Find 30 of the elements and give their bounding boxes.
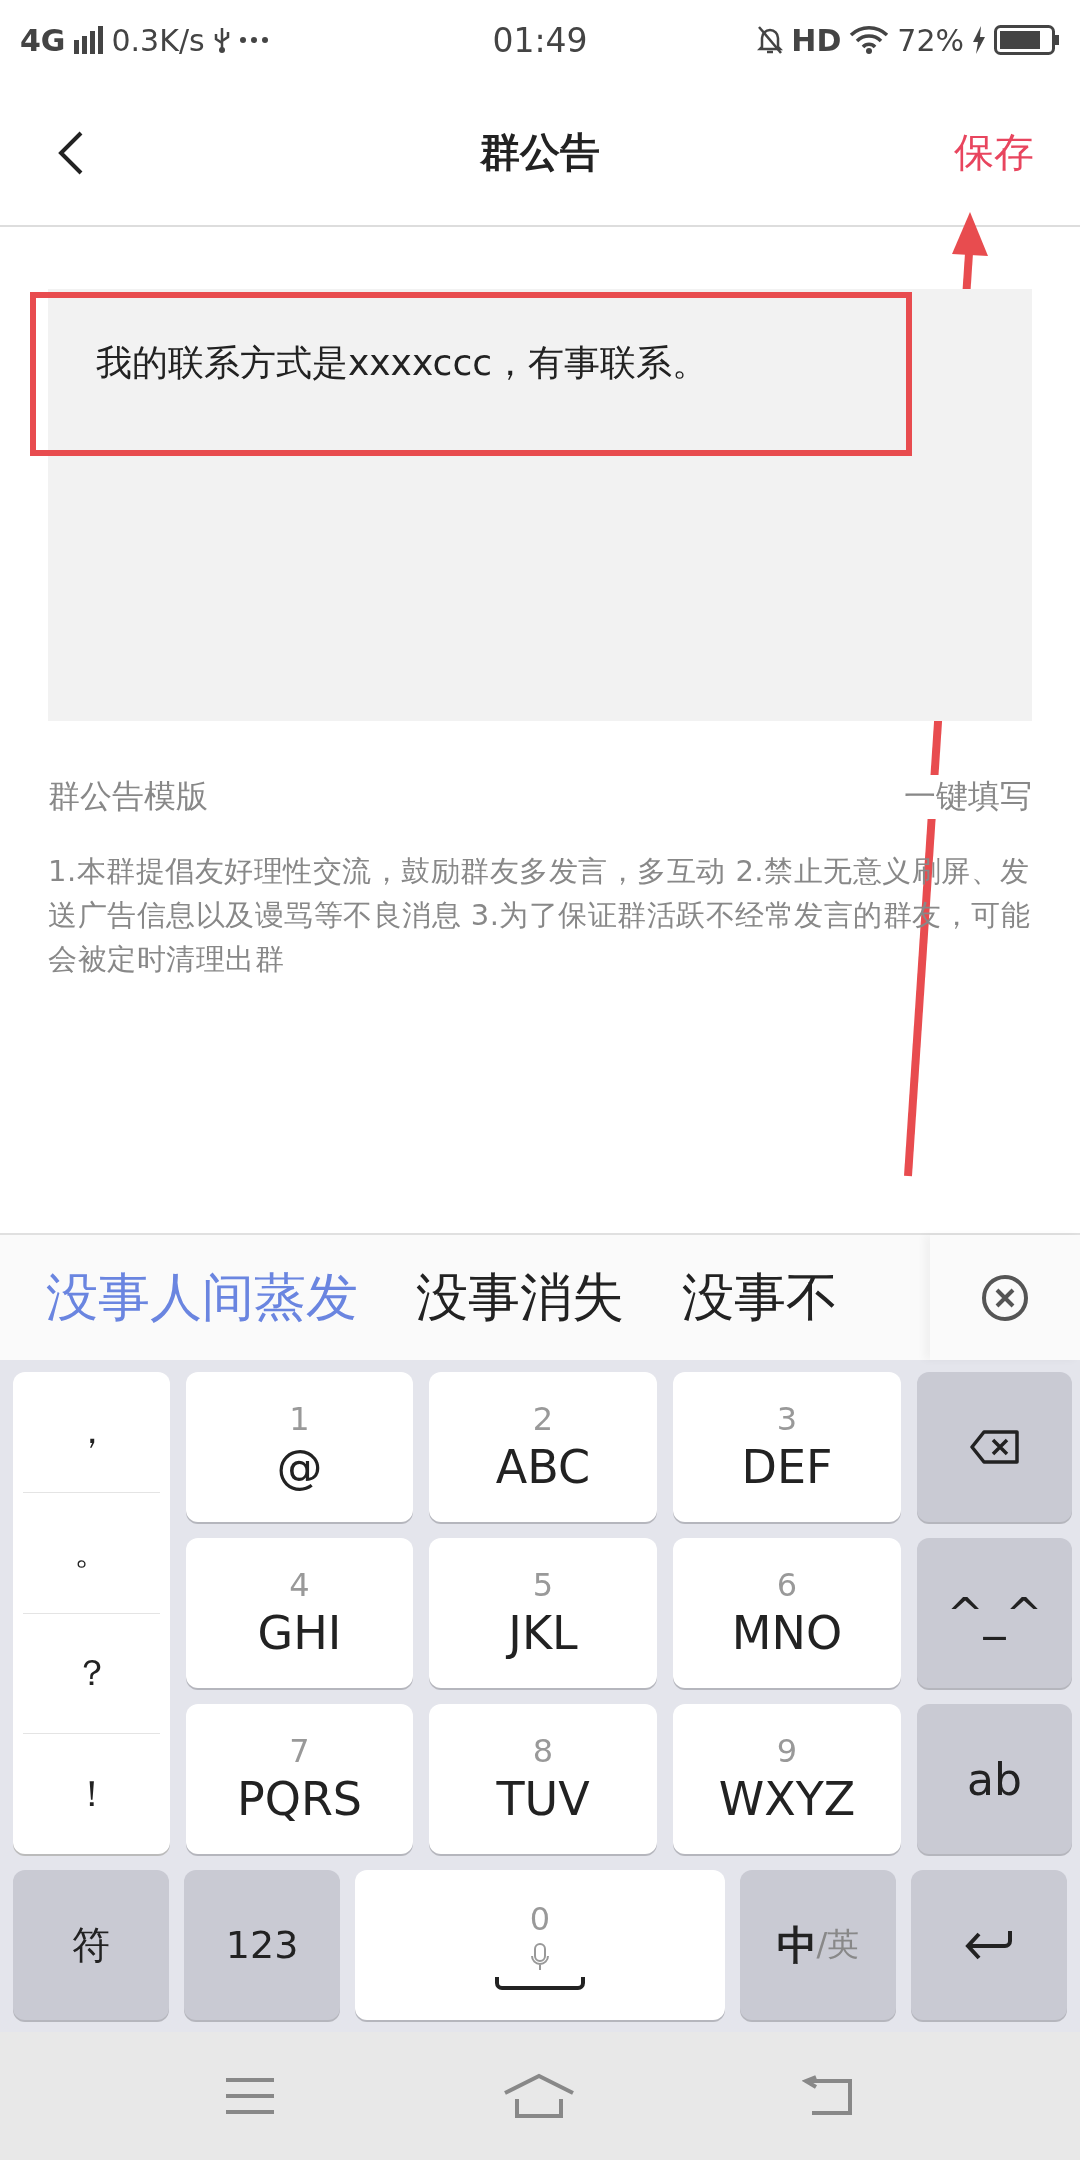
keyboard-key[interactable]: 4 GHI (186, 1538, 413, 1688)
keyboard-key[interactable]: 123 (184, 1870, 341, 2020)
symbol-key[interactable]: ！ (23, 1734, 160, 1854)
fill-button[interactable]: 一键填写 (904, 775, 1032, 819)
keyboard-key[interactable]: 3 DEF (673, 1372, 901, 1522)
keyboard-key[interactable]: 8 TUV (429, 1704, 657, 1854)
keyboard-key[interactable]: 7 PQRS (186, 1704, 413, 1854)
save-button[interactable]: 保存 (954, 125, 1034, 180)
battery-percent: 72% (897, 22, 964, 58)
keyboard-key[interactable]: ab (917, 1704, 1072, 1854)
page-title: 群公告 (480, 128, 600, 177)
network-type: 4G (20, 22, 66, 58)
template-label: 群公告模版 (48, 776, 208, 817)
keyboard-key[interactable]: 2 ABC (429, 1372, 657, 1522)
keyboard-key[interactable]: 9 WXYZ (673, 1704, 901, 1854)
keyboard-key[interactable]: 1 @ (186, 1372, 413, 1522)
language-key[interactable]: 中/英 (739, 1870, 896, 2020)
clock: 01:49 (492, 20, 588, 60)
symbol-key[interactable]: ？ (23, 1613, 160, 1735)
candidate-word[interactable]: 没事不 (682, 1262, 838, 1333)
keyboard-key[interactable]: 6 MNO (673, 1538, 901, 1688)
hd-label: HD (791, 22, 842, 58)
symbol-key[interactable]: ， (23, 1372, 160, 1493)
keyboard-key[interactable]: 5 JKL (429, 1538, 657, 1688)
candidate-word[interactable]: 没事消失 (416, 1262, 624, 1333)
announcement-field[interactable]: 我的联系方式是xxxxccc，有事联系。 (48, 289, 1032, 721)
network-speed: 0.3K/s (111, 22, 205, 58)
keyboard-key[interactable]: 符 (13, 1870, 170, 2020)
keyboard-key[interactable]: ^_^ (917, 1538, 1072, 1688)
symbol-key[interactable]: 。 (23, 1492, 160, 1614)
